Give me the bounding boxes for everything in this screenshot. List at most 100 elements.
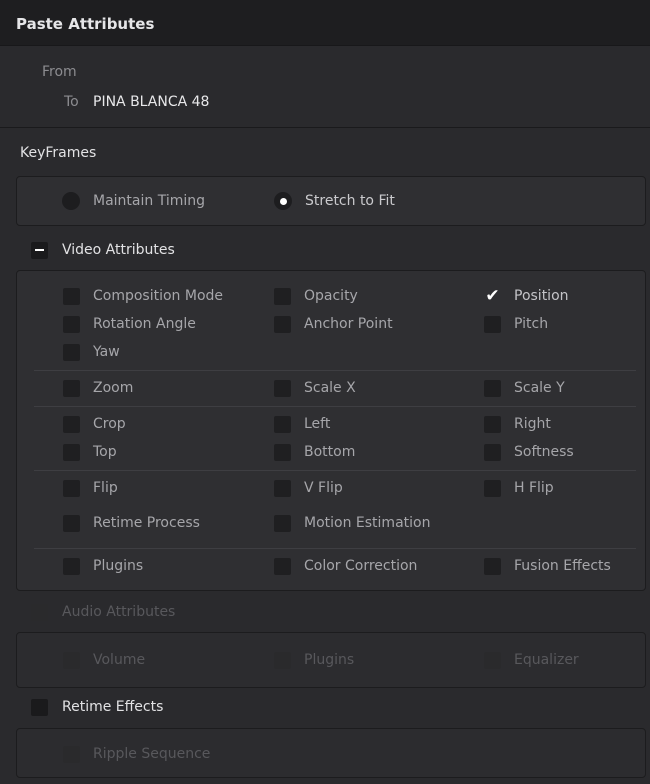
checkbox-icon [484,415,501,433]
v-flip-label: V Flip [304,480,343,496]
checkbox-icon [274,379,291,397]
color-correction-label: Color Correction [304,558,418,574]
left-checkbox[interactable]: Left [274,414,330,434]
rotation-angle-label: Rotation Angle [93,316,196,332]
plugins-checkbox[interactable]: Plugins [63,556,143,576]
minus-icon [31,241,48,259]
volume-label: Volume [93,652,146,668]
motion-estimation-checkbox[interactable]: Motion Estimation [274,513,430,533]
group-divider [34,470,636,471]
checkbox-icon [63,443,80,461]
color-correction-checkbox[interactable]: Color Correction [274,556,417,576]
bottom-label: Bottom [304,444,356,460]
pitch-checkbox[interactable]: Pitch [484,314,548,334]
checkbox-icon [484,651,501,669]
checkbox-icon [63,287,80,305]
audio-attributes-toggle[interactable]: Audio Attributes [31,602,175,622]
maintain-timing-radio[interactable]: Maintain Timing [62,191,205,211]
divider [0,127,650,128]
checkbox-icon [31,698,48,716]
checkbox-icon [274,514,291,532]
group-divider [34,406,636,407]
radio-selected-icon [274,192,292,210]
group-divider [34,370,636,371]
checkbox-icon [274,315,291,333]
anchor-point-label: Anchor Point [304,316,393,332]
checkbox-icon [63,415,80,433]
zoom-checkbox[interactable]: Zoom [63,378,133,398]
flip-checkbox[interactable]: Flip [63,478,118,498]
scale-y-label: Scale Y [514,380,565,396]
scale-x-label: Scale X [304,380,356,396]
video-attributes-toggle[interactable]: Video Attributes [31,240,175,260]
checkbox-icon [484,557,501,575]
maintain-timing-label: Maintain Timing [93,193,205,209]
checkbox-icon [63,745,80,763]
group-divider [34,548,636,549]
crop-checkbox[interactable]: Crop [63,414,126,434]
v-flip-checkbox[interactable]: V Flip [274,478,343,498]
retime-process-label: Retime Process [93,515,200,531]
checkbox-icon [274,651,291,669]
checkbox-icon [484,379,501,397]
checkbox-icon [63,379,80,397]
bottom-checkbox[interactable]: Bottom [274,442,355,462]
h-flip-label: H Flip [514,480,554,496]
checkbox-icon [274,415,291,433]
checkbox-icon [274,287,291,305]
audio-plugins-checkbox[interactable]: Plugins [274,650,354,670]
position-label: Position [514,288,569,304]
equalizer-checkbox[interactable]: Equalizer [484,650,579,670]
opacity-checkbox[interactable]: Opacity [274,286,358,306]
volume-checkbox[interactable]: Volume [63,650,145,670]
checkbox-icon [63,343,80,361]
rotation-angle-checkbox[interactable]: Rotation Angle [63,314,196,334]
retime-effects-toggle[interactable]: Retime Effects [31,697,163,717]
checkbox-icon [63,479,80,497]
retime-process-checkbox[interactable]: Retime Process [63,513,200,533]
fusion-effects-label: Fusion Effects [514,558,611,574]
checkbox-icon [63,315,80,333]
anchor-point-checkbox[interactable]: Anchor Point [274,314,393,334]
stretch-to-fit-label: Stretch to Fit [305,193,395,209]
softness-checkbox[interactable]: Softness [484,442,574,462]
checkbox-icon [274,443,291,461]
yaw-label: Yaw [93,344,120,360]
pitch-label: Pitch [514,316,549,332]
top-label: Top [93,444,117,460]
dialog-title: Paste Attributes [16,15,155,33]
position-checkbox[interactable]: ✔ Position [484,285,569,306]
ripple-sequence-checkbox[interactable]: Ripple Sequence [63,744,210,764]
equalizer-label: Equalizer [514,652,579,668]
checkbox-icon [484,443,501,461]
video-attributes-title: Video Attributes [62,242,175,258]
fusion-effects-checkbox[interactable]: Fusion Effects [484,556,611,576]
right-label: Right [514,416,551,432]
checkbox-icon [63,651,80,669]
checkbox-icon [274,557,291,575]
from-label: From [42,64,77,80]
composition-mode-label: Composition Mode [93,288,224,304]
crop-label: Crop [93,416,126,432]
radio-unselected-icon [62,192,80,210]
left-label: Left [304,416,331,432]
composition-mode-checkbox[interactable]: Composition Mode [63,286,223,306]
checkbox-icon [484,479,501,497]
top-checkbox[interactable]: Top [63,442,117,462]
h-flip-checkbox[interactable]: H Flip [484,478,554,498]
right-checkbox[interactable]: Right [484,414,551,434]
scale-y-checkbox[interactable]: Scale Y [484,378,565,398]
ripple-sequence-label: Ripple Sequence [93,746,211,762]
checkbox-icon [31,603,48,621]
stretch-to-fit-radio[interactable]: Stretch to Fit [274,191,395,211]
plugins-label: Plugins [93,558,144,574]
yaw-checkbox[interactable]: Yaw [63,342,120,362]
opacity-label: Opacity [304,288,358,304]
zoom-label: Zoom [93,380,134,396]
flip-label: Flip [93,480,118,496]
softness-label: Softness [514,444,574,460]
checkmark-icon: ✔ [485,285,500,306]
to-label: To [64,94,79,110]
to-clip-name: PINA BLANCA 48 [93,94,210,110]
scale-x-checkbox[interactable]: Scale X [274,378,356,398]
